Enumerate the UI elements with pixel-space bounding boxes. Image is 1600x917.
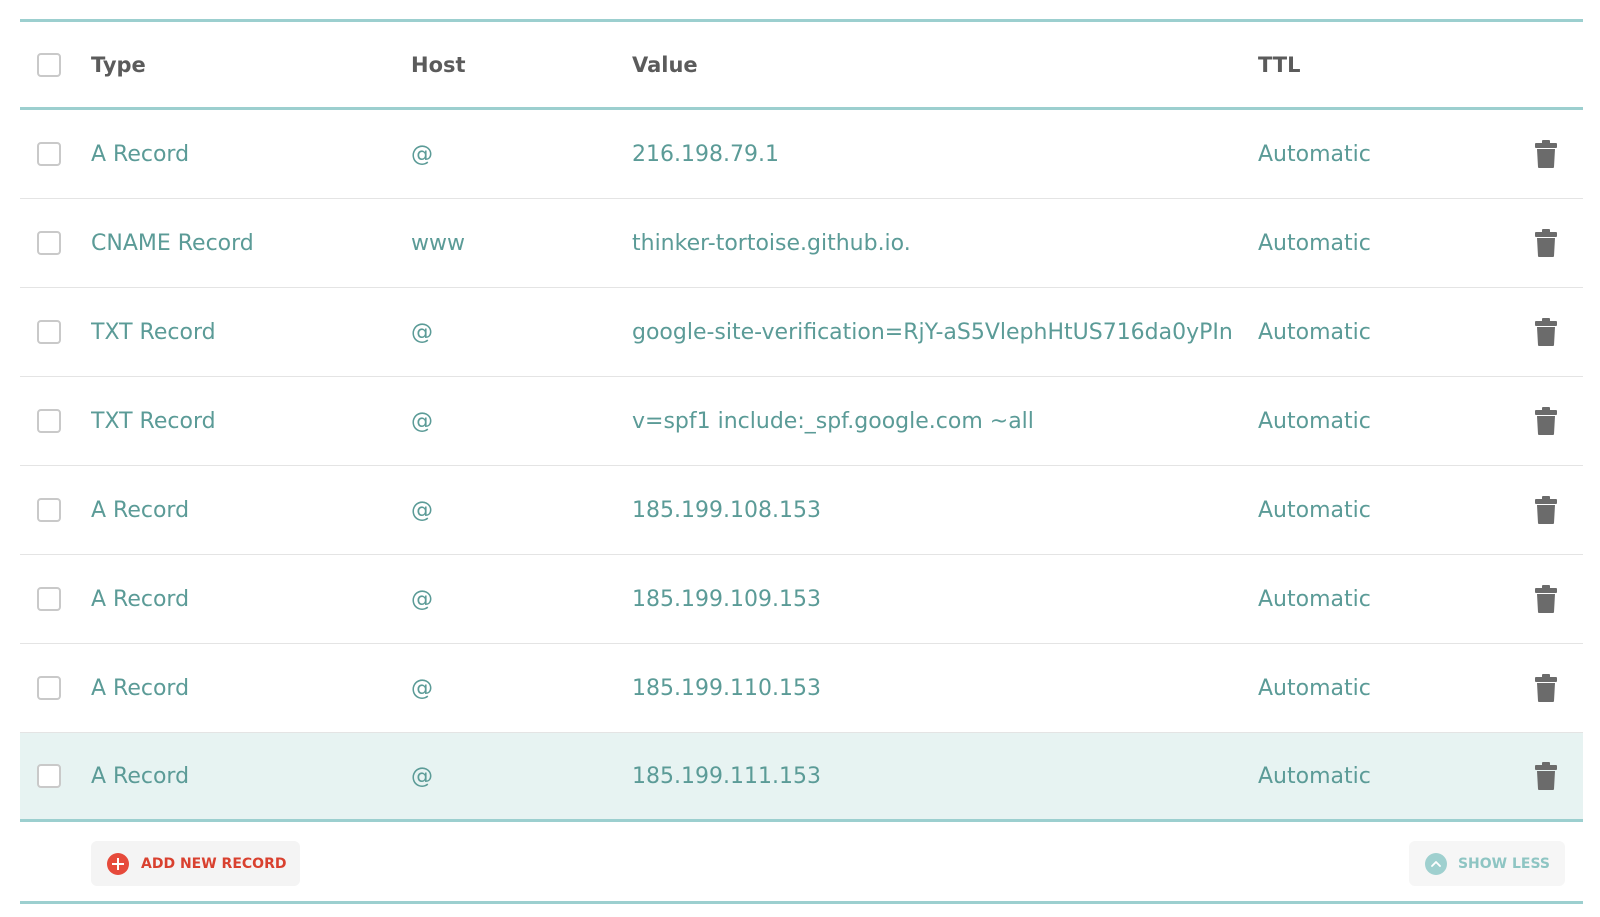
delete-record-button[interactable] (1534, 673, 1558, 703)
record-type: A Record (91, 763, 190, 789)
header-host[interactable]: Host (411, 22, 611, 107)
delete-record-button[interactable] (1534, 584, 1558, 614)
row-checkbox[interactable] (37, 498, 61, 522)
delete-record-button[interactable] (1534, 406, 1558, 436)
record-host: @ (411, 497, 433, 523)
table-row[interactable]: TXT Record @ v=spf1 include:_spf.google.co… (20, 377, 1583, 466)
delete-record-button[interactable] (1534, 317, 1558, 347)
record-ttl: Automatic (1258, 763, 1371, 789)
table-row[interactable]: TXT Record @ google-site-verification=RjY-… (20, 288, 1583, 377)
record-ttl: Automatic (1258, 408, 1371, 434)
record-value: thinker-tortoise.github.io. (632, 230, 911, 256)
row-checkbox[interactable] (37, 676, 61, 700)
row-checkbox[interactable] (37, 142, 61, 166)
record-ttl: Automatic (1258, 586, 1371, 612)
record-value: 185.199.110.153 (632, 675, 821, 701)
record-type: TXT Record (91, 408, 216, 434)
record-host: @ (411, 319, 433, 345)
row-checkbox[interactable] (37, 587, 61, 611)
dns-records-table: Type Host Value TTL A Record @216.198.79.… (20, 19, 1583, 904)
trash-icon (1535, 762, 1557, 790)
row-checkbox[interactable] (37, 320, 61, 344)
trash-icon (1535, 674, 1557, 702)
record-type: A Record (91, 675, 190, 701)
record-ttl: Automatic (1258, 319, 1371, 345)
delete-record-button[interactable] (1534, 228, 1558, 258)
trash-icon (1535, 140, 1557, 168)
trash-icon (1535, 496, 1557, 524)
record-host: www (411, 230, 465, 256)
table-row[interactable]: A Record @216.198.79.1 Automatic (20, 110, 1583, 199)
record-host: @ (411, 675, 433, 701)
record-host: @ (411, 141, 433, 167)
table-row[interactable]: A Record @185.199.108.153 Automatic (20, 466, 1583, 555)
table-row[interactable]: A Record @185.199.111.153 Automatic (20, 733, 1583, 822)
table-footer: ADD NEW RECORD SHOW LESS (20, 822, 1583, 904)
record-ttl: Automatic (1258, 497, 1371, 523)
record-value: 216.198.79.1 (632, 141, 779, 167)
record-host: @ (411, 763, 433, 789)
record-type: A Record (91, 586, 190, 612)
add-new-record-button[interactable]: ADD NEW RECORD (91, 841, 301, 886)
header-value[interactable]: Value (632, 22, 1232, 107)
trash-icon (1535, 407, 1557, 435)
record-type: CNAME Record (91, 230, 254, 256)
show-less-button[interactable]: SHOW LESS (1408, 841, 1565, 886)
record-host: @ (411, 408, 433, 434)
record-type: TXT Record (91, 319, 216, 345)
chevron-up-circle-icon (1424, 852, 1447, 875)
record-type: A Record (91, 141, 190, 167)
row-checkbox[interactable] (37, 764, 61, 788)
table-row[interactable]: CNAME Record www thinker-tortoise.github.i… (20, 199, 1583, 288)
record-ttl: Automatic (1258, 675, 1371, 701)
row-checkbox[interactable] (37, 231, 61, 255)
trash-icon (1535, 229, 1557, 257)
table-row[interactable]: A Record @185.199.110.153 Automatic (20, 644, 1583, 733)
record-value: 185.199.108.153 (632, 497, 821, 523)
delete-record-button[interactable] (1534, 139, 1558, 169)
record-value: google-site-verification=RjY-aS5VlephHtU… (632, 319, 1232, 345)
header-ttl[interactable]: TTL (1258, 22, 1458, 107)
record-value: 185.199.109.153 (632, 586, 821, 612)
select-all-checkbox[interactable] (37, 52, 61, 77)
record-type: A Record (91, 497, 190, 523)
table-header-row: Type Host Value TTL (20, 22, 1583, 110)
table-body: A Record @216.198.79.1 Automatic CNAME Reco… (20, 110, 1583, 822)
header-type[interactable]: Type (91, 22, 391, 107)
row-checkbox[interactable] (37, 409, 61, 433)
trash-icon (1535, 585, 1557, 613)
trash-icon (1535, 318, 1557, 346)
delete-record-button[interactable] (1534, 761, 1558, 791)
record-ttl: Automatic (1258, 230, 1371, 256)
table-row[interactable]: A Record @185.199.109.153 Automatic (20, 555, 1583, 644)
record-host: @ (411, 586, 433, 612)
plus-circle-icon (107, 852, 129, 875)
record-value: v=spf1 include:_spf.google.com ~all (632, 408, 1034, 434)
record-value: 185.199.111.153 (632, 763, 821, 789)
delete-record-button[interactable] (1534, 495, 1558, 525)
record-ttl: Automatic (1258, 141, 1371, 167)
add-new-record-label: ADD NEW RECORD (141, 855, 287, 872)
show-less-label: SHOW LESS (1457, 855, 1550, 872)
